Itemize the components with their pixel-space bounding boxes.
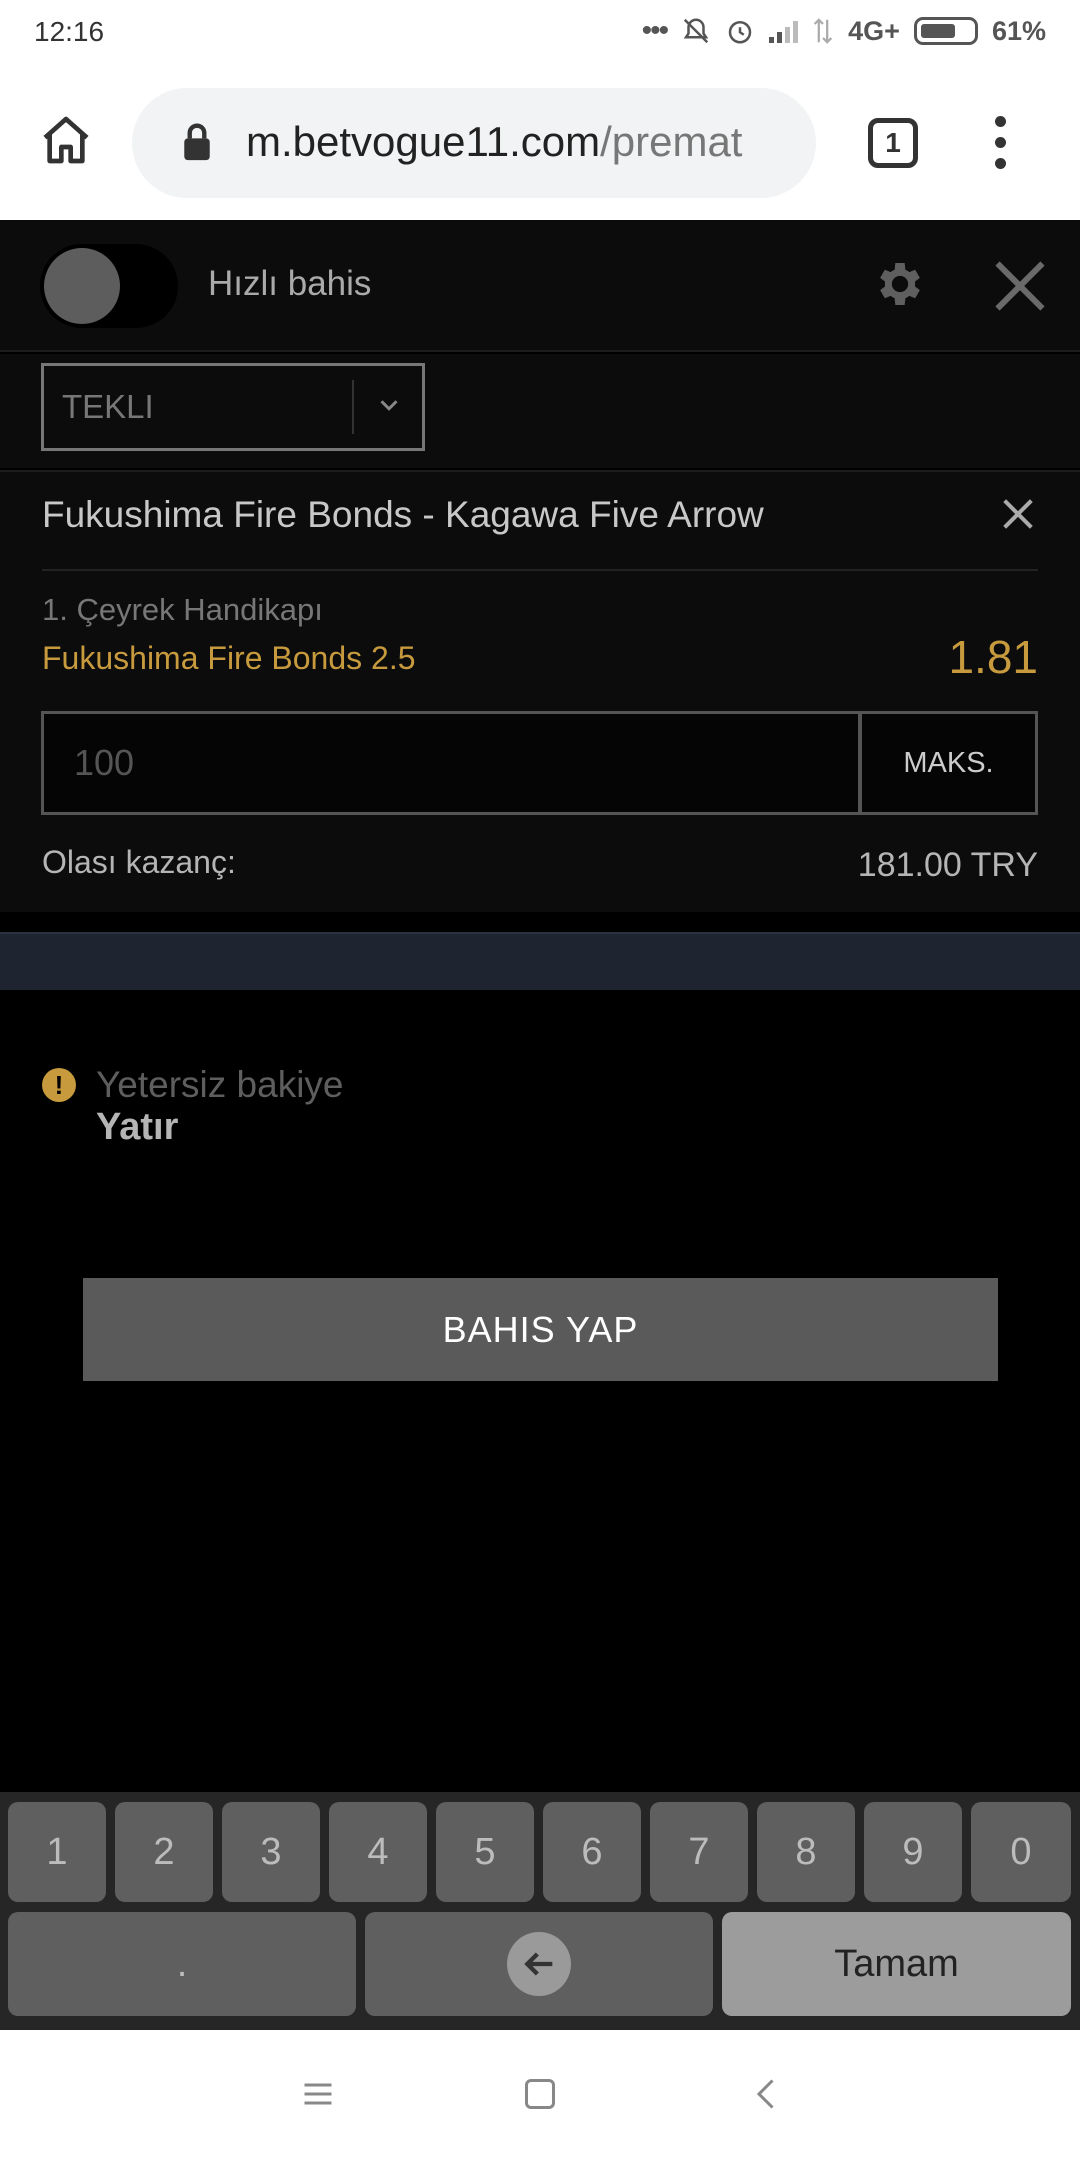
max-stake-button[interactable]: MAKS. [859, 711, 1038, 815]
tab-switcher-button[interactable]: 1 [868, 118, 918, 168]
close-icon[interactable] [990, 256, 1050, 316]
key-4[interactable]: 4 [329, 1802, 427, 1902]
possible-winnings-value: 181.00 TRY [857, 846, 1038, 884]
more-vert-icon[interactable] [990, 116, 1010, 172]
select-divider [352, 380, 354, 434]
url-domain: m.betvogue11.com [246, 118, 601, 165]
key-1[interactable]: 1 [8, 1802, 106, 1902]
battery-percent: 61% [991, 15, 1046, 46]
quick-bet-label: Hızlı bahis [208, 264, 372, 303]
warning-icon: ! [42, 1068, 76, 1102]
key-9[interactable]: 9 [864, 1802, 962, 1902]
key-6[interactable]: 6 [543, 1802, 641, 1902]
status-icons: ••• 4G+ 61% [642, 14, 1046, 48]
key-0[interactable]: 0 [971, 1802, 1071, 1902]
card-divider [42, 569, 1038, 571]
back-icon[interactable] [750, 2076, 786, 2112]
quick-bet-toggle[interactable] [40, 244, 178, 328]
data-arrows-icon [813, 18, 833, 44]
selection-name: Fukushima Fire Bonds 2.5 [42, 640, 416, 676]
odds-value: 1.81 [948, 631, 1038, 683]
key-8[interactable]: 8 [757, 1802, 855, 1902]
url-path: /premat [600, 118, 743, 165]
key-7[interactable]: 7 [650, 1802, 748, 1902]
url-text[interactable]: m.betvogue11.com/premat [246, 118, 786, 168]
stake-input[interactable] [41, 711, 861, 815]
backspace-icon [507, 1932, 571, 1996]
home-icon[interactable] [38, 112, 94, 168]
recents-menu-icon[interactable] [300, 2076, 336, 2112]
match-title: Fukushima Fire Bonds - Kagawa Five Arrow [42, 494, 764, 535]
numeric-keyboard: 1 2 3 4 5 6 7 8 9 0 . Tamam [0, 1792, 1080, 2030]
lock-icon [184, 123, 210, 161]
key-backspace[interactable] [365, 1912, 713, 2016]
deposit-link[interactable]: Yatır [96, 1106, 178, 1149]
market-name: 1. Çeyrek Handikapı [42, 592, 323, 627]
alarm-icon [728, 21, 752, 44]
muted-bell-icon [683, 18, 709, 44]
signal-icon [769, 19, 799, 43]
toggle-knob [44, 248, 120, 324]
key-2[interactable]: 2 [115, 1802, 213, 1902]
more-notifications-icon: ••• [641, 14, 669, 47]
remove-bet-icon[interactable] [998, 494, 1038, 534]
status-time: 12:16 [34, 16, 105, 47]
bet-type-value: TEKLI [62, 388, 154, 425]
gear-icon[interactable] [872, 256, 928, 312]
network-type: 4G+ [848, 15, 900, 46]
key-decimal[interactable]: . [8, 1912, 356, 2016]
home-square-icon[interactable] [522, 2076, 558, 2112]
place-bet-button[interactable]: BAHIS YAP [83, 1278, 998, 1381]
key-3[interactable]: 3 [222, 1802, 320, 1902]
battery-icon [913, 17, 978, 45]
chevron-down-icon[interactable] [374, 390, 404, 420]
key-5[interactable]: 5 [436, 1802, 534, 1902]
separator-band [0, 932, 1080, 990]
key-done[interactable]: Tamam [722, 1912, 1071, 2016]
possible-winnings-label: Olası kazanç: [42, 844, 236, 880]
insufficient-balance-text: Yetersiz bakiye [96, 1064, 344, 1105]
